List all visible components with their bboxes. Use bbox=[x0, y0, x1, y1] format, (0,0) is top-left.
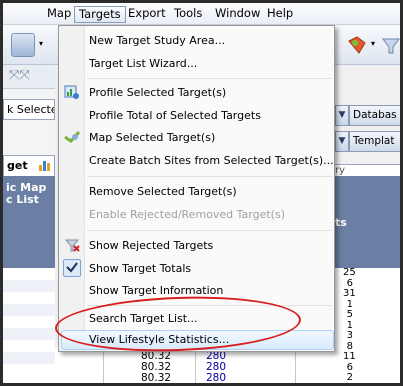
cell-value: 31 bbox=[343, 288, 356, 299]
menu-item-label: New Target Study Area... bbox=[89, 34, 226, 47]
grid-stripe bbox=[3, 352, 55, 364]
grid-stripe bbox=[3, 328, 55, 340]
cell-value: 3 bbox=[346, 330, 353, 341]
database-button[interactable]: Databas bbox=[349, 105, 400, 126]
menu-map-label: Map bbox=[47, 6, 72, 20]
menu-item-label: Profile Selected Target(s) bbox=[89, 86, 227, 99]
grid-stripe bbox=[3, 304, 55, 316]
tab-target[interactable]: get bbox=[3, 155, 55, 176]
combo-text: k Selecte bbox=[7, 103, 55, 116]
menu-item-new-target-study-area[interactable]: New Target Study Area... bbox=[89, 31, 225, 51]
print-icon[interactable] bbox=[11, 33, 35, 57]
menu-item-label: Map Selected Target(s) bbox=[89, 131, 216, 144]
table-row[interactable]: 80.32 280 bbox=[103, 361, 253, 373]
menu-tools[interactable]: Tools bbox=[170, 6, 206, 23]
grid-body bbox=[3, 268, 55, 383]
menu-map[interactable]: Map bbox=[43, 6, 75, 23]
chevron-down-icon[interactable]: ▾ bbox=[371, 39, 375, 48]
menu-item-target-list-wizard[interactable]: Target List Wizard... bbox=[89, 54, 197, 74]
cell-value: 25 bbox=[343, 267, 356, 278]
table-row[interactable]: 80.32 280 bbox=[103, 350, 253, 362]
right-grid-header-text: ts bbox=[335, 216, 347, 229]
menu-item-map-selected-targets[interactable]: Map Selected Target(s) bbox=[89, 128, 215, 148]
chevron-down-icon[interactable]: ▾ bbox=[39, 39, 43, 48]
menu-item-show-target-totals[interactable]: Show Target Totals bbox=[89, 259, 191, 279]
target-selection-combo[interactable]: k Selecte bbox=[3, 99, 55, 120]
table-row[interactable]: 80.32 280 bbox=[103, 373, 253, 383]
tab-label: get bbox=[7, 159, 28, 172]
template-label: Templat bbox=[353, 135, 395, 147]
row-value: 80.32 bbox=[141, 361, 172, 373]
right-grid-header: ts bbox=[333, 176, 400, 268]
row-count: 280 bbox=[205, 372, 226, 383]
menu-item-label: Show Target Totals bbox=[89, 262, 192, 275]
map-target-icon bbox=[63, 129, 81, 147]
menu-item-label: Show Rejected Targets bbox=[89, 239, 214, 252]
row-count: 280 bbox=[205, 361, 226, 373]
map-tool-icon[interactable] bbox=[345, 33, 369, 57]
zoom-toolbar: ⤧⤧ bbox=[3, 65, 55, 89]
row-value: 80.32 bbox=[141, 372, 172, 383]
menu-item-show-rejected-targets[interactable]: Show Rejected Targets bbox=[89, 236, 213, 256]
template-button[interactable]: Templat bbox=[349, 131, 400, 152]
profile-icon bbox=[63, 84, 81, 102]
grid-header: ic Map c List bbox=[3, 176, 55, 268]
menu-item-profile-selected-targets[interactable]: Profile Selected Target(s) bbox=[89, 83, 226, 103]
menu-item-label: Target List Wizard... bbox=[89, 57, 198, 70]
column-tab[interactable]: ry bbox=[333, 164, 400, 176]
row-count: 280 bbox=[205, 350, 226, 362]
menu-export[interactable]: Export bbox=[124, 6, 170, 23]
menu-targets[interactable]: Targets bbox=[74, 6, 126, 23]
app-window: Map Targets Export Tools Window Help ▾ ▾… bbox=[3, 3, 400, 383]
menu-item-enable-rejected-targets: Enable Rejected/Removed Target(s) bbox=[89, 205, 285, 225]
menu-item-label: Remove Selected Target(s) bbox=[89, 185, 237, 198]
cell-value: 11 bbox=[343, 351, 356, 362]
menu-help[interactable]: Help bbox=[263, 6, 297, 23]
menu-item-label: Create Batch Sites from Selected Target(… bbox=[89, 154, 334, 167]
menu-tools-label: Tools bbox=[174, 6, 203, 20]
menu-item-profile-total[interactable]: Profile Total of Selected Targets bbox=[89, 106, 261, 126]
menu-separator bbox=[87, 176, 332, 177]
chevron-down-icon[interactable]: ▼ bbox=[335, 131, 349, 152]
cell-value: 2 bbox=[346, 372, 353, 383]
menu-item-label: Show Target Information bbox=[89, 284, 224, 297]
menu-bar: Map Targets Export Tools Window Help bbox=[3, 3, 400, 25]
filter-tool-icon[interactable] bbox=[381, 33, 400, 57]
chevron-down-icon[interactable]: ▼ bbox=[335, 105, 349, 126]
menu-icon-gutter bbox=[59, 26, 85, 351]
row-value: 80.32 bbox=[141, 350, 172, 362]
menu-separator bbox=[87, 78, 332, 79]
menu-item-create-batch-sites[interactable]: Create Batch Sites from Selected Target(… bbox=[89, 151, 334, 171]
checkmark-icon bbox=[63, 259, 81, 277]
cell-value: 5 bbox=[346, 309, 353, 320]
grid-header-text: ic Map c List bbox=[6, 181, 47, 206]
menu-targets-label: Targets bbox=[79, 7, 121, 21]
menu-item-remove-selected-targets[interactable]: Remove Selected Target(s) bbox=[89, 182, 237, 202]
menu-item-label: Profile Total of Selected Targets bbox=[89, 109, 261, 122]
zoom-extent-icon[interactable]: ⤧⤧ bbox=[9, 68, 30, 83]
menu-window-label: Window bbox=[215, 6, 261, 20]
menu-item-label: Enable Rejected/Removed Target(s) bbox=[89, 208, 285, 221]
column-tab-label: ry bbox=[335, 165, 346, 176]
filter-icon bbox=[63, 237, 81, 255]
grid-stripe bbox=[3, 280, 55, 292]
menu-help-label: Help bbox=[267, 6, 294, 20]
menu-window[interactable]: Window bbox=[211, 6, 264, 23]
menu-separator bbox=[87, 230, 332, 231]
database-label: Databas bbox=[353, 109, 397, 121]
menu-export-label: Export bbox=[128, 6, 166, 20]
right-value-column: 25 6 31 1 5 1 3 8 11 6 2 bbox=[343, 267, 356, 383]
